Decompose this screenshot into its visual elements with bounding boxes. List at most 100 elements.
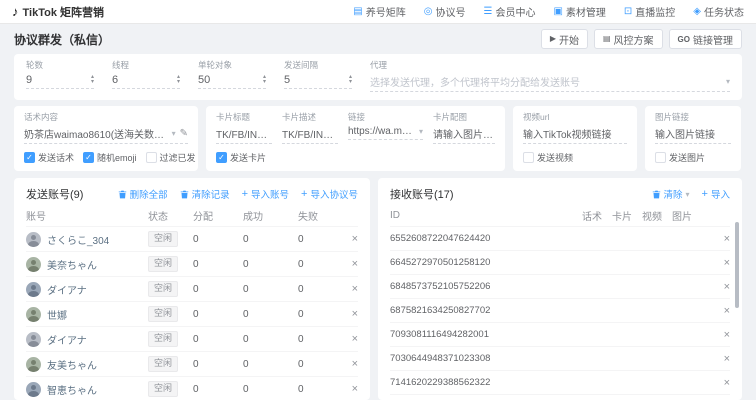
card-link-input[interactable]: https://wa.me/13728278510▾ (348, 125, 423, 140)
start-button[interactable]: ▶ 开始 (540, 29, 588, 49)
col-video: 视频 (642, 211, 662, 223)
assigned-count: 0 (193, 258, 199, 270)
menu-item-matrix[interactable]: ▤ 养号矩阵 (353, 4, 405, 19)
vertical-scrollbar[interactable] (735, 222, 739, 308)
link-manage-label: 链接管理 (693, 35, 733, 47)
remove-sender-button[interactable]: × (340, 358, 358, 370)
import-receivers-button[interactable]: + 导入 (702, 187, 730, 201)
number-stepper[interactable]: ▴ ▾ (91, 74, 94, 85)
card-desc-label: 卡片描述 (282, 112, 317, 122)
remove-sender-button[interactable]: × (340, 383, 358, 395)
number-stepper[interactable]: ▴ ▾ (177, 74, 180, 85)
link-manage-button[interactable]: GO 链接管理 (668, 29, 742, 49)
menu-item-live-monitor[interactable]: ⊡ 直播监控 (624, 4, 675, 19)
menu-item-member-center[interactable]: ☰ 会员中心 (483, 4, 535, 19)
account-name[interactable]: 美奈ちゃん (47, 257, 97, 272)
account-name[interactable]: 友美ちゃん (47, 357, 97, 372)
failed-count: 0 (298, 333, 304, 345)
remove-sender-button[interactable]: × (340, 283, 358, 295)
option-label: 发送视频 (537, 153, 574, 163)
import-accounts-button[interactable]: + 导入账号 (242, 187, 289, 201)
image-link-input[interactable]: 输入图片链接 (655, 125, 731, 144)
rounds-value[interactable]: 9 (26, 74, 32, 86)
monitor-icon: ⊡ (623, 5, 633, 17)
remove-receiver-button[interactable]: × (702, 353, 730, 365)
receiver-row: 7141620229388562322 × (390, 370, 730, 394)
edit-pencil-icon[interactable]: ✎ (180, 128, 188, 139)
remove-sender-button[interactable]: × (340, 333, 358, 345)
number-stepper[interactable]: ▴ ▾ (263, 74, 266, 85)
card-title-field: 卡片标题 TK/FB/INS/WS好 (216, 111, 272, 144)
failed-count: 0 (298, 308, 304, 320)
card-image-input[interactable]: 请输入图片链接 (433, 125, 495, 144)
image-link-label: 图片链接 (655, 112, 690, 122)
proxy-select[interactable]: 选择发送代理，多个代理将平均分配给发送账号 ▾ (370, 73, 730, 92)
send-card-checkbox[interactable]: ✓ 发送卡片 (216, 151, 266, 164)
remove-receiver-button[interactable]: × (702, 305, 730, 317)
remove-sender-button[interactable]: × (340, 258, 358, 270)
remove-receiver-button[interactable]: × (702, 329, 730, 341)
threads-value[interactable]: 6 (112, 74, 118, 86)
tiktok-logo-icon: ♪ (12, 4, 19, 19)
remove-receiver-button[interactable]: × (702, 233, 730, 245)
card-title-input[interactable]: TK/FB/INS/WS好 (216, 125, 272, 144)
send-script-checkbox[interactable]: ✓ 发送话术 (24, 151, 74, 164)
col-script: 话术 (582, 211, 602, 223)
proxy-placeholder: 选择发送代理，多个代理将平均分配给发送账号 (370, 78, 580, 89)
status-badge: 空闲 (148, 356, 179, 372)
risk-plan-button[interactable]: ▤ 风控方案 (593, 29, 663, 49)
delete-all-button[interactable]: 删除全部 (118, 187, 168, 201)
send-image-checkbox[interactable]: ✓发送图片 (655, 151, 705, 164)
menu-item-task-status[interactable]: ◈ 任务状态 (693, 4, 744, 19)
number-stepper[interactable]: ▴ ▾ (349, 74, 352, 85)
sender-row: 智恵ちゃん 空闲 0 0 0 × (26, 376, 358, 400)
top-menu: ▤ 养号矩阵 ◎ 协议号 ☰ 会员中心 ▣ 素材管理 ⊡ 直播监控 ◈ 任务状态 (353, 4, 744, 19)
remove-sender-button[interactable]: × (340, 308, 358, 320)
menu-item-materials[interactable]: ▣ 素材管理 (553, 4, 605, 19)
threads-field: 线程 6 ▴ ▾ (112, 59, 180, 92)
go-icon: GO (677, 34, 690, 44)
success-count: 0 (243, 258, 249, 270)
message-select[interactable]: 奶茶店waimao8610(送海关数据，保健品类账号) 做... ▾ ✎ (24, 125, 188, 144)
account-name[interactable]: 智恵ちゃん (47, 382, 97, 397)
plus-icon: + (241, 187, 249, 200)
page-title-row: 协议群发（私信） ▶ 开始 ▤ 风控方案 GO 链接管理 (0, 24, 756, 54)
delete-all-label: 删除全部 (129, 190, 168, 201)
page-title: 协议群发（私信） (14, 32, 111, 47)
targets-per-round-value[interactable]: 50 (198, 74, 210, 86)
card-link-label: 链接 (348, 112, 366, 122)
remove-receiver-button[interactable]: × (702, 257, 730, 269)
filter-sent-checkbox[interactable]: ✓过滤已发 (145, 151, 196, 164)
targets-per-round-label: 单轮对象 (198, 60, 233, 70)
clear-status-button[interactable]: 清除记录 (180, 187, 230, 201)
option-label: 发送卡片 (230, 153, 267, 163)
sender-row: 友美ちゃん 空闲 0 0 0 × (26, 351, 358, 376)
card-desc-input[interactable]: TK/FB/INS/WS好 (282, 125, 338, 144)
remove-receiver-button[interactable]: × (702, 377, 730, 389)
receiver-row: 6875821634250827702 × (390, 298, 730, 322)
card-desc-field: 卡片描述 TK/FB/INS/WS好 (282, 111, 338, 144)
clear-receivers-button[interactable]: 清除 ▾ (652, 187, 690, 201)
receivers-table-body: 6552608722047624420 × 664527297050125812… (390, 226, 730, 400)
col-failed: 失败 (298, 211, 318, 223)
remove-sender-button[interactable]: × (340, 233, 358, 245)
account-name[interactable]: 世娜 (47, 307, 67, 322)
random-emoji-checkbox[interactable]: ✓ 随机emoji (83, 151, 137, 164)
send-video-checkbox[interactable]: ✓发送视频 (523, 151, 573, 164)
account-name[interactable]: ダイアナ (47, 332, 87, 347)
failed-count: 0 (298, 283, 304, 295)
account-name[interactable]: ダイアナ (47, 282, 87, 297)
menu-item-protocol[interactable]: ◎ 协议号 (424, 4, 466, 19)
account-name[interactable]: さくらこ_304 (47, 232, 109, 247)
col-card: 卡片 (612, 211, 632, 223)
video-url-input[interactable]: 输入TikTok视频链接 (523, 125, 627, 144)
receiver-row: 6645272970501258120 × (390, 250, 730, 274)
image-icon: ▣ (553, 5, 563, 17)
import-protocol-button[interactable]: + 导入协议号 (301, 187, 358, 201)
send-interval-field: 发送间隔 5 ▴ ▾ (284, 59, 352, 92)
send-interval-value[interactable]: 5 (284, 74, 290, 86)
remove-receiver-button[interactable]: × (702, 281, 730, 293)
avatar (26, 231, 41, 247)
option-label: 发送话术 (38, 153, 75, 163)
card-title-value: TK/FB/INS/WS好 (216, 130, 272, 141)
